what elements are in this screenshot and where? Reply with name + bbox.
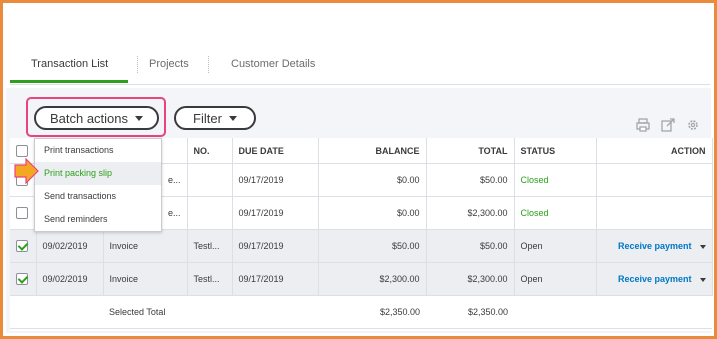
due-date-cell: 09/17/2019 xyxy=(232,196,319,230)
total-cell: $50.00 xyxy=(426,163,515,197)
menu-item-print-packing-slip[interactable]: Print packing slip xyxy=(35,162,161,185)
table-row: 09/02/2019 Invoice Testl... 09/17/2019 $… xyxy=(10,229,713,263)
header-balance[interactable]: BALANCE xyxy=(318,138,427,164)
table-row: 09/02/2019 Invoice Testl... 09/17/2019 $… xyxy=(10,262,713,296)
status-cell: Open xyxy=(514,229,597,263)
tab-projects[interactable]: Projects xyxy=(149,58,189,70)
checkbox-icon[interactable] xyxy=(16,240,28,252)
checkbox-icon[interactable] xyxy=(16,273,28,285)
selected-total-balance: $2,350.00 xyxy=(318,295,426,329)
export-icon[interactable] xyxy=(661,118,675,132)
balance-cell: $0.00 xyxy=(318,163,427,197)
batch-actions-button[interactable]: Batch actions xyxy=(34,106,159,130)
selected-total-total: $2,350.00 xyxy=(426,295,514,329)
total-cell: $2,300.00 xyxy=(426,262,515,296)
chevron-down-icon xyxy=(135,115,144,121)
header-status[interactable]: STATUS xyxy=(514,138,597,164)
table-footer-row: Selected Total $2,350.00 $2,350.00 xyxy=(10,295,712,329)
menu-item-send-transactions[interactable]: Send transactions xyxy=(35,185,161,208)
settings-gear-icon[interactable] xyxy=(686,118,700,132)
chevron-down-icon[interactable] xyxy=(699,244,706,249)
type-cell: Invoice xyxy=(103,229,188,263)
balance-cell: $50.00 xyxy=(318,229,427,263)
print-icon[interactable] xyxy=(636,118,650,132)
no-cell: Testl... xyxy=(187,262,233,296)
date-cell: 09/02/2019 xyxy=(36,262,104,296)
balance-cell: $2,300.00 xyxy=(318,262,427,296)
status-cell: Closed xyxy=(514,163,597,197)
tab-separator xyxy=(208,56,209,73)
header-due-date[interactable]: DUE DATE xyxy=(232,138,319,164)
tab-separator xyxy=(137,56,138,73)
header-total[interactable]: TOTAL xyxy=(426,138,515,164)
batch-actions-menu: Print transactions Print packing slip Se… xyxy=(34,138,162,232)
balance-cell: $0.00 xyxy=(318,196,427,230)
total-cell: $2,300.00 xyxy=(426,196,515,230)
status-cell: Open xyxy=(514,262,597,296)
total-cell: $50.00 xyxy=(426,229,515,263)
header-no[interactable]: NO. xyxy=(187,138,233,164)
status-cell: Closed xyxy=(514,196,597,230)
selected-total-label: Selected Total xyxy=(103,295,187,329)
batch-actions-label: Batch actions xyxy=(49,110,129,126)
checkbox-icon[interactable] xyxy=(16,207,28,219)
chevron-down-icon xyxy=(228,115,237,121)
date-cell: 09/02/2019 xyxy=(36,229,104,263)
tab-bar: Transaction List Projects Customer Detai… xyxy=(10,50,710,85)
menu-item-send-reminders[interactable]: Send reminders xyxy=(35,208,161,231)
no-cell: Testl... xyxy=(187,229,233,263)
due-date-cell: 09/17/2019 xyxy=(232,262,319,296)
due-date-cell: 09/17/2019 xyxy=(232,229,319,263)
tab-customer-details[interactable]: Customer Details xyxy=(231,58,315,70)
checkbox-icon[interactable] xyxy=(16,144,28,157)
active-tab-indicator xyxy=(10,80,128,83)
receive-payment-link[interactable]: Receive payment xyxy=(618,241,692,251)
menu-item-print-transactions[interactable]: Print transactions xyxy=(35,139,161,162)
arrow-pointer-icon xyxy=(14,158,39,184)
tab-transaction-list[interactable]: Transaction List xyxy=(31,58,108,70)
chevron-down-icon[interactable] xyxy=(699,277,706,282)
receive-payment-link[interactable]: Receive payment xyxy=(618,274,692,284)
filter-button[interactable]: Filter xyxy=(174,106,256,130)
type-cell: Invoice xyxy=(103,262,188,296)
due-date-cell: 09/17/2019 xyxy=(232,163,319,197)
filter-label: Filter xyxy=(193,110,222,126)
header-action: ACTION xyxy=(596,138,713,164)
